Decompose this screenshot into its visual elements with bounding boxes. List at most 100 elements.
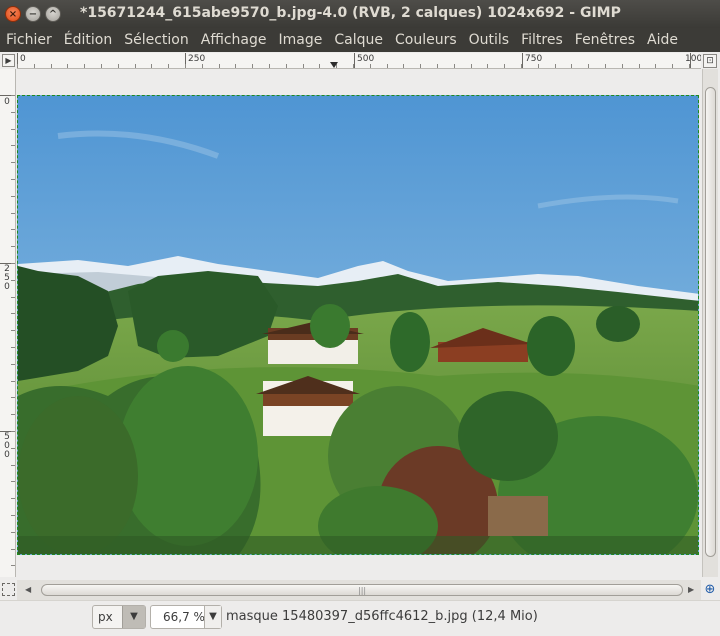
ruler-minor-tick (555, 64, 556, 68)
menu-filtres[interactable]: Filtres (515, 32, 569, 48)
ruler-minor-tick (235, 64, 236, 68)
ruler-minor-tick (11, 549, 15, 550)
ruler-minor-tick (639, 64, 640, 68)
ruler-minor-tick (286, 64, 287, 68)
ruler-minor-tick (11, 330, 15, 331)
ruler-label: 500 (357, 54, 375, 64)
pointer-position-marker (330, 62, 338, 68)
ruler-minor-tick (11, 213, 15, 214)
ruler-minor-tick (605, 64, 606, 68)
ruler-minor-tick (11, 297, 15, 298)
ruler-minor-tick (11, 448, 15, 449)
ruler-minor-tick (11, 347, 15, 348)
ruler-minor-tick (11, 431, 15, 432)
close-window-button[interactable]: × (5, 6, 21, 22)
menu-outils[interactable]: Outils (463, 32, 515, 48)
image-canvas[interactable] (17, 95, 699, 555)
ruler-minor-tick (84, 64, 85, 68)
ruler-label: 250 (4, 264, 10, 292)
ruler-minor-tick (11, 515, 15, 516)
menu-affichage[interactable]: Affichage (195, 32, 273, 48)
ruler-minor-tick (319, 64, 320, 68)
ruler-minor-tick (303, 64, 304, 68)
ruler-minor-tick (34, 64, 35, 68)
window-title: *15671244_615abe9570_b.jpg-4.0 (RVB, 2 c… (80, 5, 621, 21)
ruler-minor-tick (672, 64, 673, 68)
ruler-minor-tick (571, 64, 572, 68)
ruler-minor-tick (11, 498, 15, 499)
zoom-value[interactable]: 66,7 % (163, 610, 205, 624)
ruler-minor-tick (11, 465, 15, 466)
ruler-minor-tick (11, 381, 15, 382)
menu-edition[interactable]: Édition (58, 32, 118, 48)
ruler-minor-tick (11, 532, 15, 533)
ruler-minor-tick (487, 64, 488, 68)
image-menu-arrow-icon[interactable]: ▶ (2, 54, 15, 67)
status-bar: px ▼ 66,7 % ▼ masque 15480397_d56ffc4612… (0, 600, 720, 636)
unit-value: px (98, 610, 113, 624)
ruler-label: 0 (4, 97, 10, 107)
ruler-label: 250 (188, 54, 206, 64)
grip-icon: ||| (358, 586, 367, 595)
chevron-down-icon[interactable]: ▼ (204, 606, 221, 628)
ruler-minor-tick (11, 112, 15, 113)
ruler-minor-tick (11, 280, 15, 281)
ruler-minor-tick (387, 64, 388, 68)
ruler-minor-tick (168, 64, 169, 68)
menu-fenetres[interactable]: Fenêtres (569, 32, 641, 48)
ruler-minor-tick (17, 64, 18, 68)
ruler-minor-tick (252, 64, 253, 68)
menu-bar: Fichier Édition Sélection Affichage Imag… (0, 28, 720, 52)
ruler-minor-tick (11, 145, 15, 146)
ruler-minor-tick (370, 64, 371, 68)
landscape-photo (18, 96, 698, 554)
minimize-window-button[interactable]: − (25, 6, 41, 22)
ruler-minor-tick (11, 95, 15, 96)
ruler-minor-tick (11, 313, 15, 314)
maximize-window-button[interactable]: ^ (45, 6, 61, 22)
horizontal-scrollbar-thumb[interactable]: ||| (41, 584, 683, 596)
quick-mask-toggle-icon[interactable] (2, 583, 15, 596)
menu-calque[interactable]: Calque (328, 32, 389, 48)
zoom-selector[interactable]: 66,7 % ▼ (150, 605, 222, 629)
chevron-down-icon[interactable]: ▼ (122, 606, 145, 628)
horizontal-ruler[interactable]: 0 250 500 750 100 (17, 53, 701, 69)
ruler-minor-tick (454, 64, 455, 68)
menu-couleurs[interactable]: Couleurs (389, 32, 463, 48)
ruler-minor-tick (11, 481, 15, 482)
ruler-minor-tick (219, 64, 220, 68)
ruler-minor-tick (11, 196, 15, 197)
status-message: masque 15480397_d56ffc4612_b.jpg (12,4 M… (226, 609, 538, 624)
ruler-minor-tick (101, 64, 102, 68)
scroll-right-icon[interactable]: ▶ (688, 585, 694, 594)
zoom-fit-icon[interactable]: ⊡ (703, 54, 717, 68)
ruler-minor-tick (420, 64, 421, 68)
unit-selector[interactable]: px ▼ (92, 605, 146, 629)
ruler-minor-tick (622, 64, 623, 68)
menu-selection[interactable]: Sélection (118, 32, 195, 48)
ruler-minor-tick (437, 64, 438, 68)
ruler-minor-tick (11, 162, 15, 163)
vertical-ruler[interactable]: 0 250 500 (0, 69, 16, 577)
vertical-scrollbar[interactable] (702, 69, 718, 577)
ruler-minor-tick (11, 179, 15, 180)
ruler-minor-tick (403, 64, 404, 68)
ruler-minor-tick (11, 565, 15, 566)
ruler-label: 0 (20, 54, 26, 64)
ruler-minor-tick (202, 64, 203, 68)
menu-aide[interactable]: Aide (641, 32, 684, 48)
ruler-minor-tick (11, 246, 15, 247)
ruler-minor-tick (11, 364, 15, 365)
navigate-icon[interactable]: ⊕ (703, 583, 717, 597)
ruler-minor-tick (11, 129, 15, 130)
ruler-minor-tick (538, 64, 539, 68)
ruler-minor-tick (185, 64, 186, 68)
horizontal-scrollbar[interactable]: ◀ ||| ▶ (17, 580, 701, 600)
scroll-left-icon[interactable]: ◀ (25, 585, 31, 594)
title-bar: × − ^ *15671244_615abe9570_b.jpg-4.0 (RV… (0, 0, 720, 28)
vertical-scrollbar-thumb[interactable] (705, 87, 716, 557)
menu-fichier[interactable]: Fichier (0, 32, 58, 48)
ruler-minor-tick (689, 64, 690, 68)
ruler-minor-tick (504, 64, 505, 68)
menu-image[interactable]: Image (273, 32, 329, 48)
